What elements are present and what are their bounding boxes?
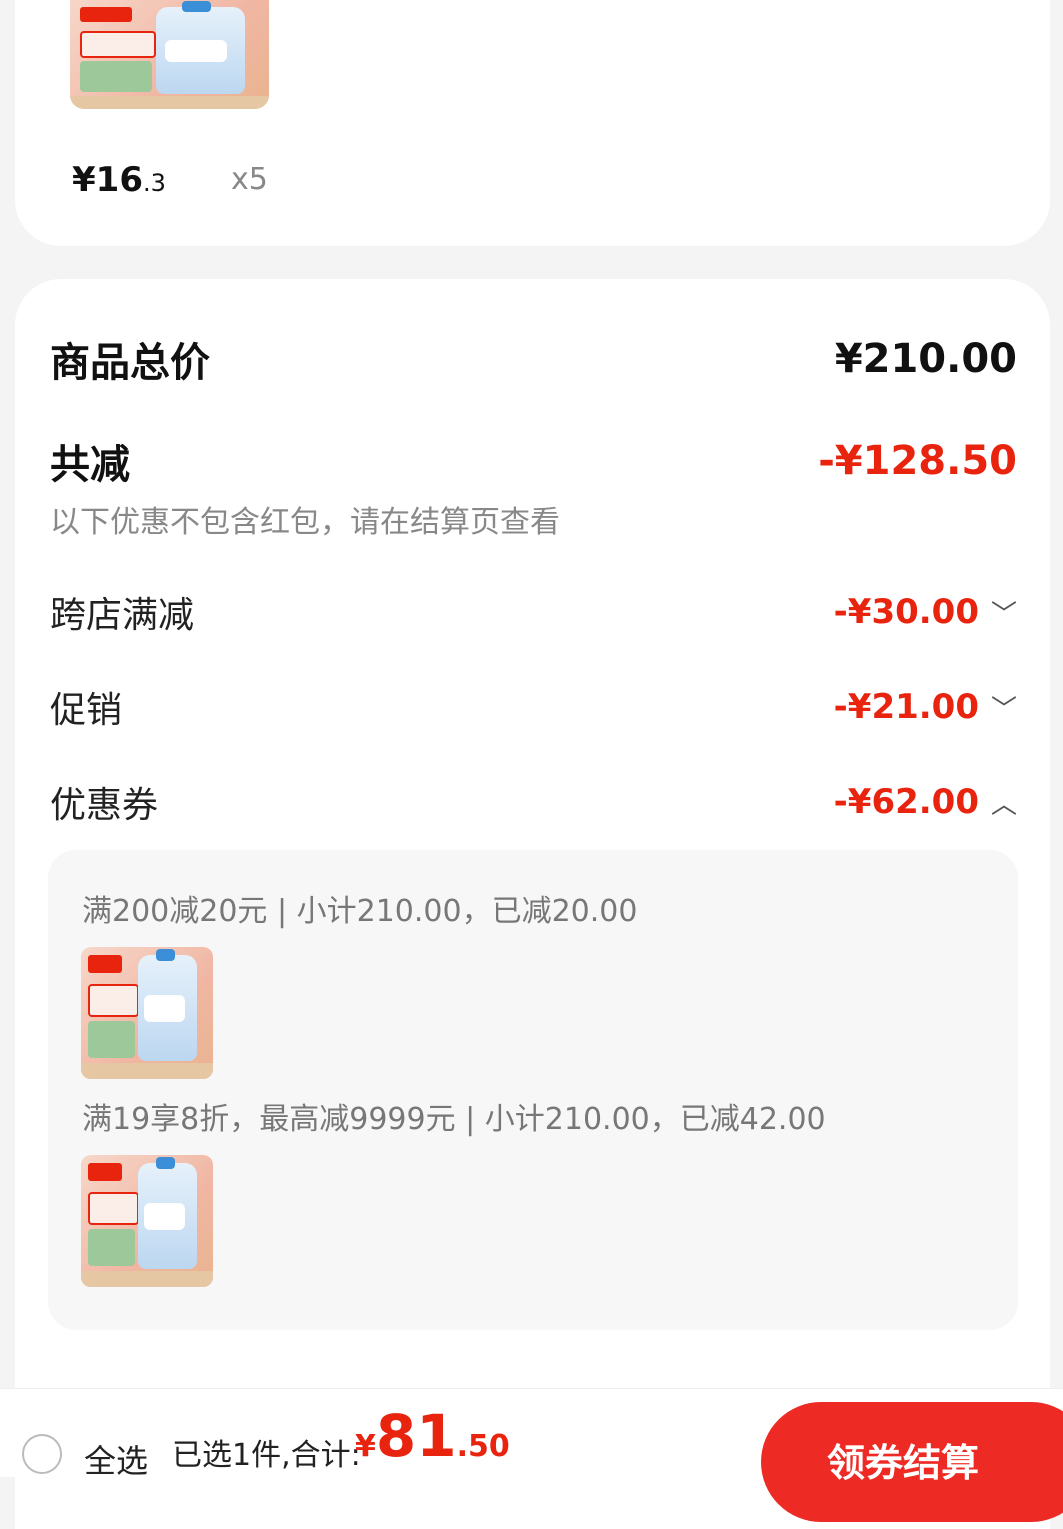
promotion-row[interactable]: 促销 -¥21.00 ﹀ — [50, 681, 1017, 733]
coupon-row[interactable]: 优惠券 -¥62.00 ︿ — [50, 776, 1017, 828]
coupon-detail-text: 满19享8折，最高减9999元 | 小计210.00，已减42.00 — [82, 1102, 826, 1137]
selected-summary: 已选1件,合计: — [172, 1438, 361, 1473]
discount-note: 以下优惠不包含红包，请在结算页查看 — [50, 505, 560, 540]
chevron-down-icon[interactable]: ﹀ — [987, 689, 1017, 726]
chevron-up-icon[interactable]: ︿ — [987, 784, 1017, 821]
coupon-product-image[interactable] — [81, 1155, 213, 1287]
cross-store-discount-row[interactable]: 跨店满减 -¥30.00 ﹀ — [50, 586, 1017, 638]
coupon-value: -¥62.00 — [833, 782, 979, 822]
product-price-dec: .3 — [142, 169, 166, 197]
discount-row: 共减 -¥128.50 — [50, 432, 1017, 490]
coupon-label: 优惠券 — [50, 785, 159, 826]
cross-store-discount-label: 跨店满减 — [50, 595, 195, 636]
coupon-product-image[interactable] — [81, 947, 213, 1079]
product-image[interactable] — [70, 0, 269, 109]
cross-store-discount-value: -¥30.00 — [833, 592, 979, 632]
total-price-value: ¥210.00 — [834, 336, 1017, 382]
product-quantity: x5 — [231, 162, 268, 197]
discount-label: 共减 — [50, 442, 130, 488]
product-price-int: ¥16 — [72, 160, 143, 200]
select-all-label[interactable]: 全选 — [84, 1436, 148, 1482]
product-price: ¥16.3 — [72, 160, 166, 200]
select-all-radio[interactable] — [22, 1434, 62, 1474]
total-currency: ¥ — [355, 1429, 376, 1464]
promotion-value: -¥21.00 — [833, 687, 979, 727]
total-amount: ¥81.50 — [355, 1402, 510, 1470]
discount-value: -¥128.50 — [818, 438, 1017, 484]
total-price-row: 商品总价 ¥210.00 — [50, 330, 1017, 388]
coupon-detail-text: 满200减20元 | 小计210.00，已减20.00 — [82, 894, 638, 929]
promotion-label: 促销 — [50, 690, 123, 731]
total-int: 81 — [375, 1402, 457, 1470]
chevron-down-icon[interactable]: ﹀ — [987, 594, 1017, 631]
checkout-button[interactable]: 领券结算 — [761, 1402, 1063, 1522]
total-dec: .50 — [456, 1429, 510, 1464]
total-price-label: 商品总价 — [50, 340, 210, 386]
